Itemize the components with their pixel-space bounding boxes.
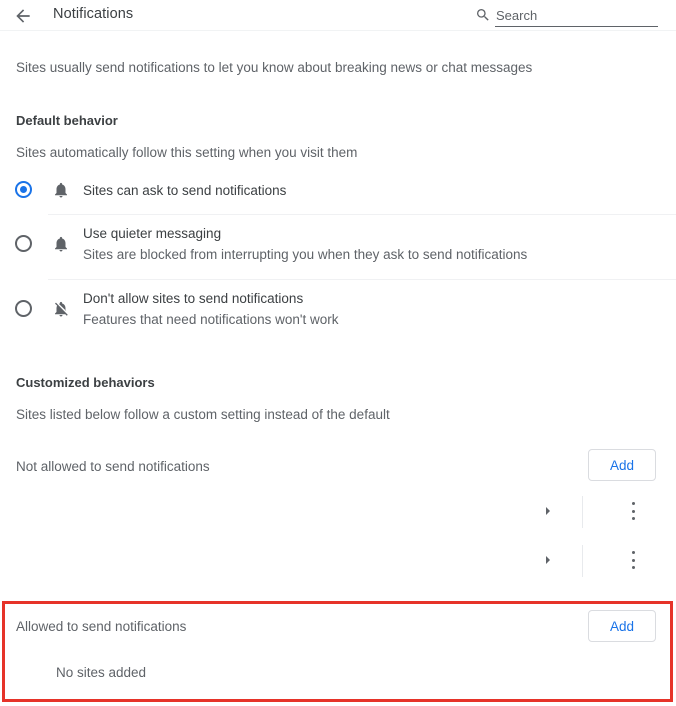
radio-desc-dont-allow: Features that need notifications won't w… [83, 312, 339, 327]
search-box[interactable] [472, 4, 658, 28]
allowed-empty-text: No sites added [56, 665, 147, 680]
radio-label-dont-allow: Don't allow sites to send notifications [83, 291, 304, 306]
bell-icon [52, 181, 70, 199]
intro-text: Sites usually send notifications to let … [16, 60, 533, 75]
radio-option-quieter-messaging[interactable]: Use quieter messaging Sites are blocked … [0, 215, 676, 279]
chevron-right-icon[interactable] [540, 503, 556, 519]
more-vert-icon[interactable] [625, 551, 641, 569]
default-behavior-subtext: Sites automatically follow this setting … [16, 145, 358, 160]
more-vert-icon[interactable] [625, 502, 641, 520]
arrow-left-icon [13, 6, 33, 26]
row-separator [582, 496, 583, 528]
row-separator [582, 545, 583, 577]
bell-off-icon [52, 300, 70, 318]
search-icon [475, 7, 491, 23]
allowed-label: Allowed to send notifications [16, 619, 187, 634]
table-row[interactable] [0, 488, 676, 536]
highlight-box-allowed-section [2, 601, 673, 702]
page-title: Notifications [53, 6, 134, 22]
add-button-allowed[interactable]: Add [588, 610, 656, 642]
back-button[interactable] [10, 3, 36, 29]
radio-option-dont-allow[interactable]: Don't allow sites to send notifications … [0, 280, 676, 344]
radio-label-sites-can-ask: Sites can ask to send notifications [83, 183, 287, 198]
search-underline [495, 26, 658, 27]
bell-icon [52, 235, 70, 253]
radio-desc-quieter-messaging: Sites are blocked from interrupting you … [83, 247, 528, 262]
radio-button-dont-allow[interactable] [15, 300, 32, 317]
default-behavior-heading: Default behavior [16, 113, 118, 128]
customized-behaviors-subtext: Sites listed below follow a custom setti… [16, 407, 390, 422]
customized-behaviors-heading: Customized behaviors [16, 375, 155, 390]
radio-button-sites-can-ask[interactable] [15, 181, 32, 198]
search-input[interactable] [496, 4, 658, 26]
add-button-not-allowed[interactable]: Add [588, 449, 656, 481]
notifications-settings-page: Notifications Sites usually send notific… [0, 0, 676, 706]
table-row[interactable] [0, 537, 676, 585]
radio-label-quieter-messaging: Use quieter messaging [83, 226, 222, 241]
radio-button-quieter-messaging[interactable] [15, 235, 32, 252]
radio-option-sites-can-ask[interactable]: Sites can ask to send notifications [0, 172, 676, 214]
top-bar: Notifications [0, 0, 676, 31]
not-allowed-label: Not allowed to send notifications [16, 459, 210, 474]
chevron-right-icon[interactable] [540, 552, 556, 568]
